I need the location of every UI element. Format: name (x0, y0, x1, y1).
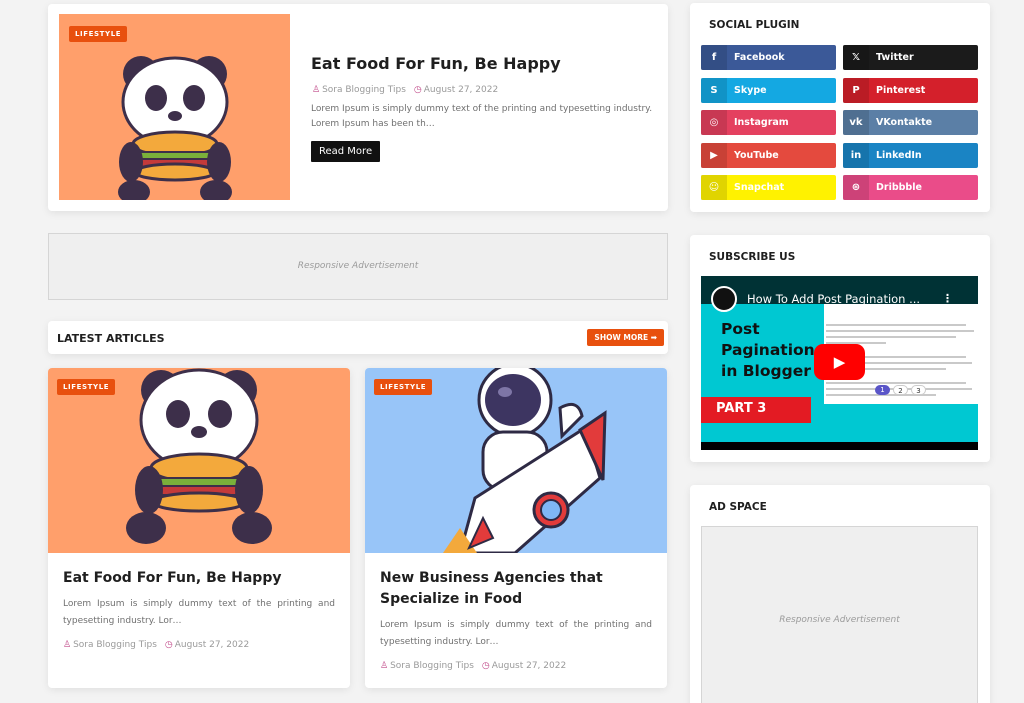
panda-burger-illustration (126, 368, 272, 544)
latest-articles-header: LATEST ARTICLES SHOW MORE ➡ (48, 321, 668, 354)
vk-icon: vk (843, 110, 869, 135)
post-author[interactable]: ♙ Sora Blogging Tips (312, 85, 406, 95)
social-button-label: Twitter (876, 52, 914, 63)
article-image[interactable]: LIFESTYLE (365, 368, 667, 553)
article-image[interactable]: LIFESTYLE (48, 368, 350, 553)
user-icon: ♙ (63, 640, 72, 650)
social-button-label: YouTube (734, 149, 779, 161)
social-button-dribbble[interactable]: ⊛ Dribbble (843, 175, 978, 200)
instagram-icon: ◎ (701, 110, 727, 135)
channel-avatar[interactable] (711, 286, 737, 312)
widget-title: AD SPACE (709, 501, 767, 513)
post-meta: ♙ Sora Blogging Tips ◷ August 27, 2022 (312, 85, 498, 95)
show-more-button[interactable]: SHOW MORE ➡ (587, 329, 664, 346)
user-icon: ♙ (380, 661, 389, 671)
skype-icon: S (701, 77, 727, 103)
date-text: August 27, 2022 (491, 661, 567, 671)
article-excerpt: Lorem Ipsum is simply dummy text of the … (63, 599, 335, 626)
author-name: Sora Blogging Tips (73, 640, 157, 650)
video-thumbnail-text: Post Pagination in Blogger (721, 320, 815, 380)
snapchat-icon: ☺ (701, 175, 727, 200)
ad-space-widget: AD SPACE Responsive Advertisement (690, 485, 990, 703)
social-button-facebook[interactable]: f Facebook (701, 45, 836, 70)
post-date: ◷ August 27, 2022 (414, 85, 498, 95)
social-button-label: Skype (734, 84, 767, 96)
social-plugin-widget: SOCIAL PLUGIN f Facebook 𝕏 Twitter S Skype P Pi… (690, 3, 990, 212)
subscribe-widget: SUBSCRIBE US 1 2 3 Post Pagination in Bl… (690, 235, 990, 462)
article-title[interactable]: New Business Agencies that Specialize in… (380, 568, 655, 610)
social-button-linkedin[interactable]: in LinkedIn (843, 142, 978, 168)
featured-post-image[interactable]: LIFESTYLE (59, 14, 290, 200)
clock-icon: ◷ (413, 85, 422, 95)
dribbble-icon: ⊛ (843, 175, 869, 200)
pagination-page-2: 2 (893, 385, 908, 395)
social-button-label: LinkedIn (876, 149, 922, 161)
social-button-label: Facebook (734, 52, 785, 63)
social-button-instagram[interactable]: ◎ Instagram (701, 110, 836, 135)
featured-post-excerpt: Lorem Ipsum is simply dummy text of the … (311, 104, 653, 129)
date-text: August 27, 2022 (174, 640, 250, 650)
responsive-advertisement-banner[interactable]: Responsive Advertisement (48, 233, 668, 300)
widget-title: SOCIAL PLUGIN (709, 19, 800, 31)
part-label: PART 3 (701, 397, 811, 423)
more-options-icon[interactable]: ⋮ (942, 292, 953, 305)
category-badge[interactable]: LIFESTYLE (57, 379, 116, 395)
section-title: LATEST ARTICLES (57, 332, 165, 345)
clock-icon: ◷ (164, 640, 173, 650)
video-title[interactable]: How To Add Post Pagination ... (747, 292, 920, 306)
article-card: LIFESTYLE New Business Agencies that Spe… (365, 368, 667, 688)
article-card: LIFESTYLE Eat Food For Fun, Be Happy Lor… (48, 368, 350, 688)
youtube-icon: ▶ (701, 142, 727, 168)
play-button-icon[interactable]: ▶ (814, 344, 865, 380)
user-icon: ♙ (312, 85, 321, 95)
author-name: Sora Blogging Tips (390, 661, 474, 671)
post-author[interactable]: ♙ Sora Blogging Tips (63, 640, 157, 650)
date-text: August 27, 2022 (423, 85, 499, 95)
post-date: ◷ August 27, 2022 (165, 640, 249, 650)
responsive-advertisement-box[interactable]: Responsive Advertisement (701, 526, 978, 703)
linkedin-icon: in (843, 142, 869, 168)
advertisement-label: Responsive Advertisement (297, 261, 419, 271)
facebook-icon: f (701, 45, 727, 70)
social-button-label: VKontakte (876, 117, 933, 128)
category-badge[interactable]: LIFESTYLE (374, 379, 433, 395)
youtube-video-embed[interactable]: 1 2 3 Post Pagination in Blogger PART 3 … (701, 276, 978, 450)
social-button-youtube[interactable]: ▶ YouTube (701, 142, 836, 168)
featured-post-title[interactable]: Eat Food For Fun, Be Happy (311, 54, 561, 73)
article-title[interactable]: Eat Food For Fun, Be Happy (63, 568, 338, 589)
post-author[interactable]: ♙ Sora Blogging Tips (380, 661, 474, 671)
social-button-twitter[interactable]: 𝕏 Twitter (843, 45, 978, 70)
post-meta: ♙ Sora Blogging Tips ◷ August 27, 2022 (380, 661, 566, 671)
category-badge[interactable]: LIFESTYLE (69, 26, 128, 42)
social-button-pinterest[interactable]: P Pinterest (843, 77, 978, 103)
widget-title: SUBSCRIBE US (709, 251, 796, 263)
x-twitter-icon: 𝕏 (843, 45, 869, 70)
social-button-label: Snapchat (734, 182, 785, 193)
featured-post: LIFESTYLE Eat Food For Fun, Be Happy ♙ So… (48, 4, 668, 211)
social-button-label: Dribbble (876, 182, 922, 193)
author-name: Sora Blogging Tips (322, 85, 406, 95)
video-bottom-bar (701, 442, 978, 450)
social-button-label: Pinterest (876, 84, 926, 96)
astronaut-rocket-illustration (443, 368, 607, 553)
article-excerpt: Lorem Ipsum is simply dummy text of the … (380, 620, 652, 647)
social-button-skype[interactable]: S Skype (701, 77, 836, 103)
social-button-vkontakte[interactable]: vk VKontakte (843, 110, 978, 135)
pinterest-icon: P (843, 77, 869, 103)
social-button-label: Instagram (734, 117, 789, 128)
advertisement-label: Responsive Advertisement (779, 615, 900, 625)
post-date: ◷ August 27, 2022 (482, 661, 566, 671)
social-button-snapchat[interactable]: ☺ Snapchat (701, 175, 836, 200)
read-more-button[interactable]: Read More (311, 141, 381, 162)
clock-icon: ◷ (481, 661, 490, 671)
post-meta: ♙ Sora Blogging Tips ◷ August 27, 2022 (63, 640, 249, 650)
pagination-page-1: 1 (875, 385, 890, 395)
pagination-page-3: 3 (911, 385, 926, 395)
